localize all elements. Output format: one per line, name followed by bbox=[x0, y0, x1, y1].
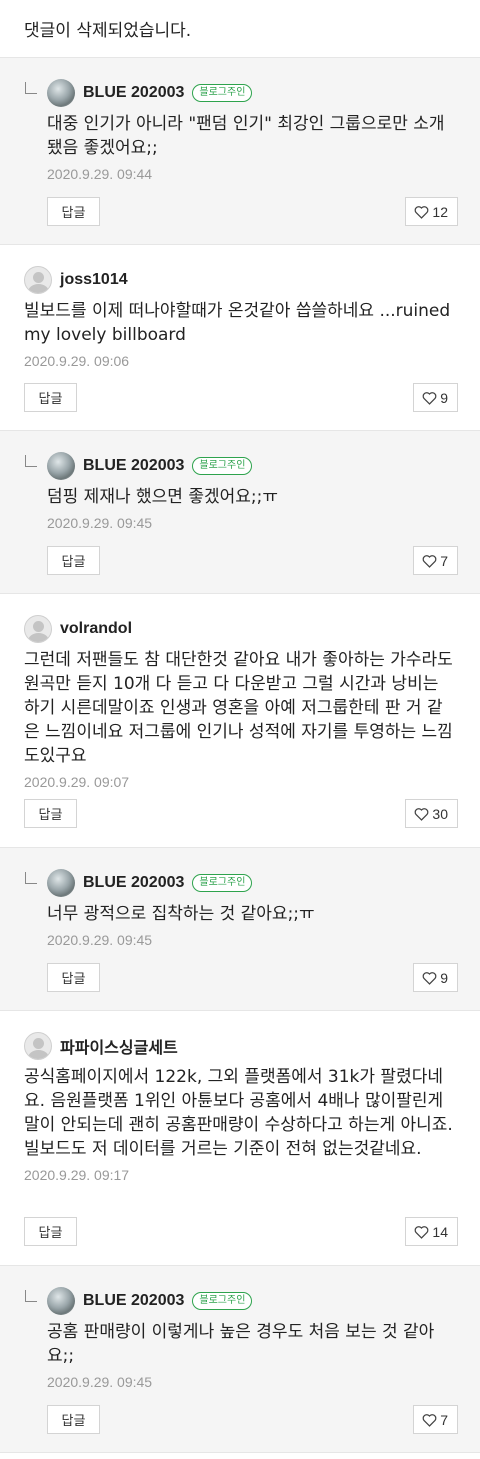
comment-body: BLUE 202003 블로그주인 너무 광적으로 집착하는 것 같아요;;ㅠ … bbox=[47, 868, 458, 950]
like-count: 12 bbox=[432, 203, 448, 220]
comment: volrandol 그런데 저팬들도 참 대단한것 같아요 내가 좋아하는 가수… bbox=[0, 594, 480, 848]
heart-icon bbox=[414, 1225, 429, 1239]
like-count: 30 bbox=[432, 805, 448, 822]
reply-button[interactable]: 답글 bbox=[24, 799, 77, 828]
comment-date: 2020.9.29. 09:45 bbox=[47, 515, 153, 531]
reply-button[interactable]: 답글 bbox=[47, 1405, 100, 1434]
owner-badge: 블로그주인 bbox=[192, 874, 253, 892]
comment: joss1014 빌보드를 이제 떠나야할때가 온것같아 씁쓸하네요 ...ru… bbox=[0, 245, 480, 431]
avatar[interactable] bbox=[47, 1287, 75, 1315]
like-count: 9 bbox=[440, 389, 448, 406]
like-count: 7 bbox=[440, 552, 448, 569]
author-name[interactable]: BLUE 202003 bbox=[83, 457, 184, 475]
comment-text: 대중 인기가 아니라 "팬덤 인기" 최강인 그룹으로만 소개됐음 좋겠어요;; bbox=[47, 114, 445, 158]
reply-indicator-icon bbox=[25, 1290, 37, 1302]
heart-icon bbox=[422, 1413, 437, 1427]
comment-text: 빌보드를 이제 떠나야할때가 온것같아 씁쓸하네요 ...ruined my l… bbox=[24, 301, 451, 345]
comment-text: 그런데 저팬들도 참 대단한것 같아요 내가 좋아하는 가수라도 원곡만 듣지 … bbox=[24, 650, 453, 766]
heart-icon bbox=[422, 554, 437, 568]
reply-button[interactable]: 답글 bbox=[24, 383, 77, 412]
heart-icon bbox=[414, 807, 429, 821]
comment-date: 2020.9.29. 09:45 bbox=[47, 932, 153, 948]
comment-reply: BLUE 202003 블로그주인 너무 광적으로 집착하는 것 같아요;;ㅠ … bbox=[0, 848, 480, 1011]
author-name[interactable]: volrandol bbox=[60, 620, 132, 638]
owner-badge: 블로그주인 bbox=[192, 457, 253, 475]
reply-button[interactable]: 답글 bbox=[24, 1217, 77, 1246]
avatar[interactable] bbox=[24, 1032, 52, 1060]
comment-text: 덤핑 제재나 했으면 좋겠어요;;ㅠ bbox=[47, 487, 278, 507]
reply-button[interactable]: 답글 bbox=[47, 546, 100, 575]
avatar[interactable] bbox=[47, 452, 75, 480]
author-name[interactable]: joss1014 bbox=[60, 271, 128, 289]
comment-body: BLUE 202003 블로그주인 공홈 판매량이 이렇게나 높은 경우도 처음… bbox=[47, 1286, 458, 1392]
like-button[interactable]: 7 bbox=[413, 1405, 458, 1434]
like-button[interactable]: 9 bbox=[413, 383, 458, 412]
comment-page: 댓글이 삭제되었습니다. BLUE 202003 블로그주인 대중 인기가 아니… bbox=[0, 0, 480, 1459]
comment-body: volrandol 그런데 저팬들도 참 대단한것 같아요 내가 좋아하는 가수… bbox=[24, 614, 458, 792]
comment-date: 2020.9.29. 09:44 bbox=[47, 166, 153, 182]
author-name[interactable]: BLUE 202003 bbox=[83, 874, 184, 892]
comment: 파파이스싱글세트 공식홈페이지에서 122k, 그외 플랫폼에서 31k가 팔렸… bbox=[0, 1011, 480, 1266]
like-button[interactable]: 30 bbox=[405, 799, 458, 828]
owner-badge: 블로그주인 bbox=[192, 84, 253, 102]
like-count: 14 bbox=[432, 1223, 448, 1240]
heart-icon bbox=[414, 205, 429, 219]
like-button[interactable]: 12 bbox=[405, 197, 458, 226]
comment-body: BLUE 202003 블로그주인 덤핑 제재나 했으면 좋겠어요;;ㅠ 202… bbox=[47, 451, 458, 533]
avatar[interactable] bbox=[47, 79, 75, 107]
heart-icon bbox=[422, 971, 437, 985]
comment-text: 공식홈페이지에서 122k, 그외 플랫폼에서 31k가 팔렸다네요. 음원플랫… bbox=[24, 1067, 453, 1159]
owner-badge: 블로그주인 bbox=[192, 1292, 253, 1310]
comment-date: 2020.9.29. 09:45 bbox=[47, 1374, 153, 1390]
like-count: 7 bbox=[440, 1411, 448, 1428]
like-button[interactable]: 14 bbox=[405, 1217, 458, 1246]
heart-icon bbox=[422, 391, 437, 405]
reply-button[interactable]: 답글 bbox=[47, 197, 100, 226]
comment-body: BLUE 202003 블로그주인 대중 인기가 아니라 "팬덤 인기" 최강인… bbox=[47, 78, 458, 184]
comment-body: 파파이스싱글세트 공식홈페이지에서 122k, 그외 플랫폼에서 31k가 팔렸… bbox=[24, 1031, 458, 1185]
comment-date: 2020.9.29. 09:17 bbox=[24, 1167, 130, 1183]
comment-reply: BLUE 202003 블로그주인 공홈 판매량이 이렇게나 높은 경우도 처음… bbox=[0, 1266, 480, 1453]
like-button[interactable]: 7 bbox=[413, 546, 458, 575]
comment-text: 너무 광적으로 집착하는 것 같아요;;ㅠ bbox=[47, 904, 315, 924]
reply-indicator-icon bbox=[25, 82, 37, 94]
reply-indicator-icon bbox=[25, 872, 37, 884]
comment-body: joss1014 빌보드를 이제 떠나야할때가 온것같아 씁쓸하네요 ...ru… bbox=[24, 265, 458, 371]
reply-button[interactable]: 답글 bbox=[47, 963, 100, 992]
author-name[interactable]: BLUE 202003 bbox=[83, 84, 184, 102]
avatar[interactable] bbox=[47, 869, 75, 897]
author-name[interactable]: BLUE 202003 bbox=[83, 1292, 184, 1310]
like-button[interactable]: 9 bbox=[413, 963, 458, 992]
author-name[interactable]: 파파이스싱글세트 bbox=[60, 1034, 178, 1058]
comment-reply: BLUE 202003 블로그주인 덤핑 제재나 했으면 좋겠어요;;ㅠ 202… bbox=[0, 431, 480, 594]
avatar[interactable] bbox=[24, 615, 52, 643]
comment-reply: BLUE 202003 블로그주인 대중 인기가 아니라 "팬덤 인기" 최강인… bbox=[0, 58, 480, 245]
deleted-comment-notice: 댓글이 삭제되었습니다. bbox=[0, 0, 480, 58]
comment-date: 2020.9.29. 09:06 bbox=[24, 353, 130, 369]
avatar[interactable] bbox=[24, 266, 52, 294]
comment-date: 2020.9.29. 09:07 bbox=[24, 774, 130, 790]
reply-indicator-icon bbox=[25, 455, 37, 467]
like-count: 9 bbox=[440, 969, 448, 986]
comment-text: 공홈 판매량이 이렇게나 높은 경우도 처음 보는 것 같아요;; bbox=[47, 1322, 435, 1366]
